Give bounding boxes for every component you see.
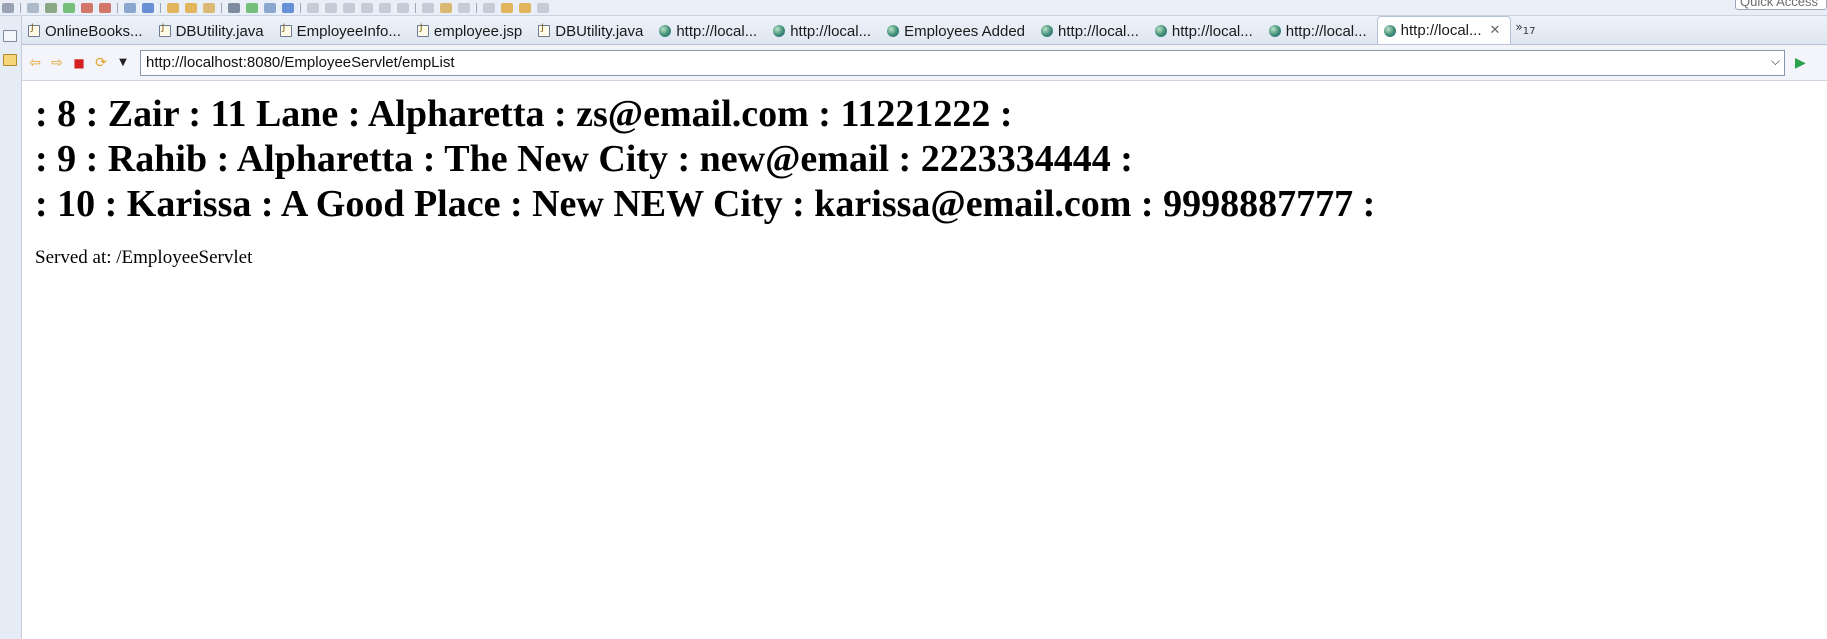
tab-label: http://local... bbox=[1285, 22, 1367, 40]
java-file-icon bbox=[538, 23, 551, 37]
ide-window: Quick Access OnlineBooks... DBUtility.ja… bbox=[0, 0, 1827, 639]
tab-label: http://local... bbox=[676, 22, 758, 40]
toolbar-icon[interactable] bbox=[325, 2, 337, 13]
tab-label: employee.jsp bbox=[433, 22, 523, 40]
toolbar-icon[interactable] bbox=[63, 2, 75, 13]
refresh-icon[interactable]: ⟳ bbox=[92, 54, 110, 72]
chevron-double-right-icon: » bbox=[1515, 20, 1523, 34]
restore-icon[interactable] bbox=[3, 30, 17, 42]
toolbar-icon[interactable] bbox=[185, 2, 197, 13]
tab-browser-active[interactable]: http://local... ✕ bbox=[1376, 16, 1512, 44]
tab-overflow-button[interactable]: » 17 bbox=[1511, 20, 1539, 44]
globe-icon bbox=[1383, 24, 1396, 37]
toolbar-icon[interactable] bbox=[458, 2, 470, 13]
toolbar-icon[interactable] bbox=[167, 2, 179, 13]
tab-dbutility-1[interactable]: DBUtility.java bbox=[153, 18, 274, 44]
page-content: : 8 : Zair : 11 Lane : Alpharetta : zs@e… bbox=[23, 82, 1827, 639]
tab-dbutility-2[interactable]: DBUtility.java bbox=[532, 18, 653, 44]
tab-label: OnlineBooks... bbox=[45, 22, 143, 40]
tab-label: DBUtility.java bbox=[175, 22, 264, 40]
toolbar-separator bbox=[160, 2, 161, 13]
chevron-down-icon[interactable]: ▼ bbox=[114, 54, 132, 72]
served-at-text: Served at: /EmployeeServlet bbox=[35, 247, 253, 268]
url-input[interactable]: http://localhost:8080/EmployeeServlet/em… bbox=[140, 49, 1785, 76]
main-toolbar: Quick Access bbox=[0, 0, 1827, 16]
toolbar-icon[interactable] bbox=[203, 2, 215, 13]
employee-row: : 10 : Karissa : A Good Place : New NEW … bbox=[35, 183, 1376, 225]
globe-icon bbox=[1268, 25, 1281, 37]
toolbar-icon[interactable] bbox=[397, 2, 409, 13]
tab-browser-2[interactable]: http://local... bbox=[767, 18, 881, 44]
quick-access-input[interactable]: Quick Access bbox=[1735, 0, 1827, 10]
toolbar-icon[interactable] bbox=[307, 2, 319, 13]
tab-employees-added[interactable]: Employees Added bbox=[881, 18, 1035, 44]
tab-label: http://local... bbox=[1058, 22, 1139, 40]
toolbar-icon[interactable] bbox=[361, 2, 373, 13]
tab-employee-jsp[interactable]: employee.jsp bbox=[411, 18, 532, 44]
toolbar-icon[interactable] bbox=[343, 2, 355, 13]
toolbar-icon[interactable] bbox=[228, 2, 240, 13]
globe-icon bbox=[887, 25, 900, 37]
tab-browser-1[interactable]: http://local... bbox=[653, 18, 767, 44]
toolbar-icon[interactable] bbox=[379, 2, 391, 13]
toolbar-icon[interactable] bbox=[99, 2, 111, 13]
globe-icon bbox=[659, 25, 672, 37]
toolbar-icon[interactable] bbox=[264, 2, 276, 13]
toolbar-icon[interactable] bbox=[519, 2, 531, 13]
toolbar-icon[interactable] bbox=[246, 2, 258, 13]
url-dropdown-icon[interactable]: ⌵ bbox=[1771, 54, 1780, 69]
editor-tabbar: OnlineBooks... DBUtility.java EmployeeIn… bbox=[22, 16, 1827, 45]
globe-icon bbox=[773, 25, 786, 37]
globe-icon bbox=[1154, 25, 1167, 37]
left-trim-bar bbox=[0, 16, 22, 639]
toolbar-icon[interactable] bbox=[45, 2, 57, 13]
url-text: http://localhost:8080/EmployeeServlet/em… bbox=[146, 54, 455, 71]
tab-label: EmployeeInfo... bbox=[296, 22, 401, 40]
java-file-icon bbox=[158, 23, 171, 37]
java-file-icon bbox=[279, 23, 292, 37]
toolbar-icon[interactable] bbox=[142, 2, 154, 13]
toolbar-separator bbox=[300, 2, 301, 13]
employee-row: : 8 : Zair : 11 Lane : Alpharetta : zs@e… bbox=[35, 93, 1013, 135]
tab-label: http://local... bbox=[1400, 22, 1482, 39]
toolbar-icon[interactable] bbox=[124, 2, 136, 13]
tab-employeeinfo[interactable]: EmployeeInfo... bbox=[274, 18, 411, 44]
toolbar-icon[interactable] bbox=[27, 2, 39, 13]
toolbar-icon[interactable] bbox=[501, 2, 513, 13]
browser-navbar: ⇦ ⇨ ■ ⟳ ▼ http://localhost:8080/Employee… bbox=[22, 45, 1827, 81]
toolbar-icon[interactable] bbox=[537, 2, 549, 13]
tab-label: DBUtility.java bbox=[555, 22, 644, 40]
close-icon[interactable]: ✕ bbox=[1490, 23, 1501, 38]
tab-label: http://local... bbox=[1171, 22, 1253, 40]
toolbar-icon[interactable] bbox=[282, 2, 294, 13]
tab-browser-5[interactable]: http://local... bbox=[1263, 18, 1377, 44]
tab-browser-3[interactable]: http://local... bbox=[1035, 18, 1149, 44]
toolbar-icon[interactable] bbox=[483, 2, 495, 13]
toolbar-separator bbox=[20, 2, 21, 13]
tab-label: Employees Added bbox=[904, 22, 1026, 40]
toolbar-separator bbox=[117, 2, 118, 13]
toolbar-separator bbox=[476, 2, 477, 13]
stop-icon[interactable]: ■ bbox=[70, 54, 88, 72]
forward-arrow-icon[interactable]: ⇨ bbox=[48, 54, 66, 72]
go-icon[interactable]: ▶ bbox=[1795, 55, 1806, 71]
employee-row: : 9 : Rahib : Alpharetta : The New City … bbox=[35, 138, 1133, 180]
toolbar-icon[interactable] bbox=[81, 2, 93, 13]
tab-onlinebooks[interactable]: OnlineBooks... bbox=[22, 18, 153, 44]
toolbar-separator bbox=[415, 2, 416, 13]
back-arrow-icon[interactable]: ⇦ bbox=[26, 54, 44, 72]
tab-label: http://local... bbox=[790, 22, 872, 40]
toolbar-icon[interactable] bbox=[2, 2, 14, 13]
toolbar-icon[interactable] bbox=[422, 2, 434, 13]
tab-browser-4[interactable]: http://local... bbox=[1149, 18, 1263, 44]
globe-icon bbox=[1041, 25, 1054, 37]
toolbar-icon[interactable] bbox=[440, 2, 452, 13]
java-file-icon bbox=[28, 23, 40, 37]
tab-overflow-count: 17 bbox=[1522, 26, 1536, 37]
folder-icon[interactable] bbox=[3, 54, 17, 66]
jsp-file-icon bbox=[416, 23, 429, 37]
toolbar-separator bbox=[221, 2, 222, 13]
